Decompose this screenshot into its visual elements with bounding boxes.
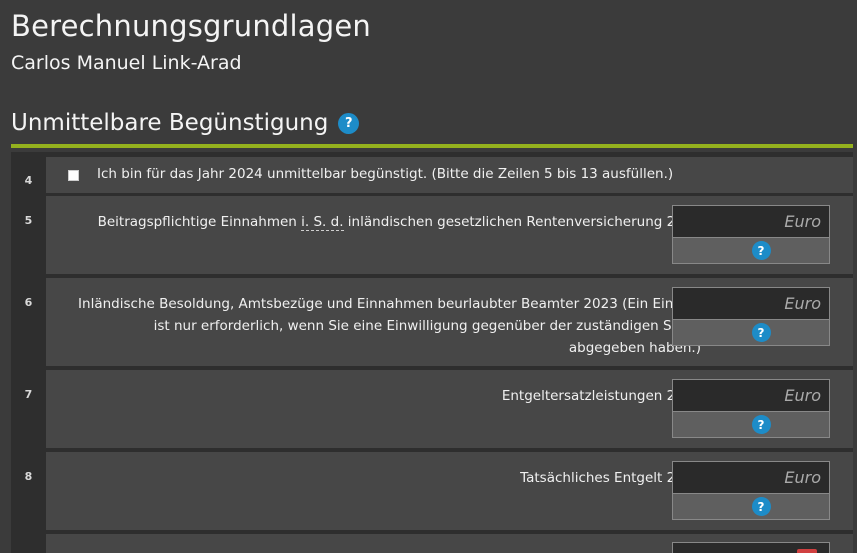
form-row-5: 5 Beitragspflichtige Einnahmen i. S. d. … xyxy=(11,196,853,274)
form-row-4: 4 Ich bin für das Jahr 2024 unmittelbar … xyxy=(11,157,853,193)
besoldung-input[interactable]: Euro xyxy=(672,287,830,320)
row-number: 7 xyxy=(24,388,33,401)
help-icon[interactable]: ? xyxy=(751,323,771,342)
error-marker-icon xyxy=(797,549,817,553)
row-number: 5 xyxy=(24,214,33,227)
help-icon[interactable]: ? xyxy=(751,497,771,516)
row-number: 4 xyxy=(24,174,33,187)
abbreviation[interactable]: i. S. d. xyxy=(301,214,344,231)
form-row-6: 6 Inländische Besoldung, Amtsbezüge und … xyxy=(11,278,853,366)
beguenstigt-checkbox[interactable] xyxy=(68,170,79,181)
help-cell: ? xyxy=(672,238,830,264)
form-row-8: 8 Tatsächliches Entgelt 2023 Euro ? xyxy=(11,452,853,530)
row-content: Ich bin für das Jahr 2024 unmittelbar be… xyxy=(46,157,853,193)
form-row-7: 7 Entgeltersatzleistungen 2023 Euro ? xyxy=(11,370,853,448)
tatsaechliches-entgelt-input[interactable]: Euro xyxy=(672,461,830,494)
help-cell: ? xyxy=(672,494,830,520)
help-icon[interactable]: ? xyxy=(338,112,360,134)
beitragspflichtige-einnahmen-input[interactable]: Euro xyxy=(672,205,830,238)
field-label: Inländische Besoldung, Amtsbezüge und Ei… xyxy=(78,296,701,356)
help-icon[interactable]: ? xyxy=(751,415,771,434)
help-cell: ? xyxy=(672,320,830,346)
entgeltersatzleistungen-input[interactable]: Euro xyxy=(672,379,830,412)
checkbox-label: Ich bin für das Jahr 2024 unmittelbar be… xyxy=(97,166,674,182)
row-number: 6 xyxy=(24,296,33,309)
row-number: 8 xyxy=(24,470,33,483)
page-title: Berechnungsgrundlagen xyxy=(11,9,372,43)
section-heading: Unmittelbare Begünstigung ? xyxy=(11,110,360,136)
field-label: Beitragspflichtige Einnahmen i. S. d. in… xyxy=(97,214,701,231)
taxpayer-name: Carlos Manuel Link-Arad xyxy=(11,52,242,74)
help-icon[interactable]: ? xyxy=(751,241,771,260)
help-cell: ? xyxy=(672,412,830,438)
section-divider xyxy=(11,144,853,148)
section-title: Unmittelbare Begünstigung xyxy=(11,110,329,136)
